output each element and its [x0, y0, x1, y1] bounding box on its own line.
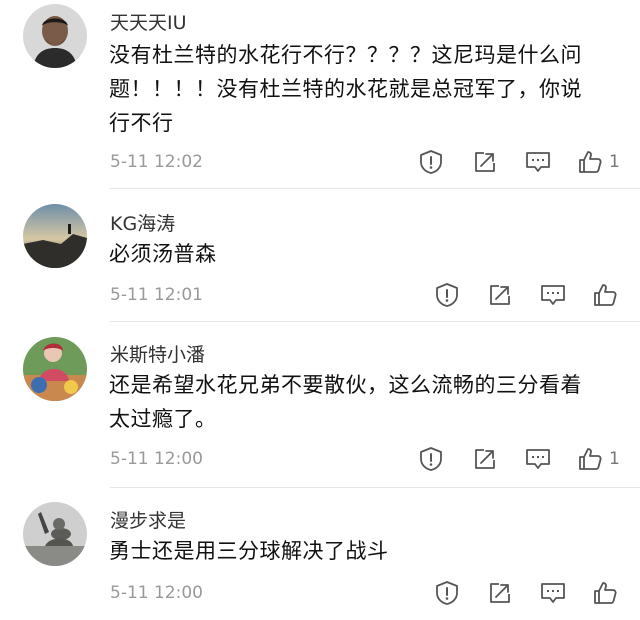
chat-bubble-icon — [526, 152, 550, 172]
exclamation-circle-icon — [436, 581, 458, 605]
avatar[interactable] — [23, 204, 87, 268]
reply-button[interactable] — [525, 148, 551, 176]
reply-button[interactable] — [525, 445, 551, 473]
like-count: 1 — [609, 152, 620, 172]
share-button[interactable] — [488, 281, 512, 309]
avatar[interactable] — [23, 337, 87, 401]
comment-text: 必须汤普森 — [109, 237, 629, 271]
report-button[interactable] — [418, 445, 444, 473]
chat-bubble-icon — [541, 583, 565, 603]
comment-text-line: 勇士还是用三分球解决了战斗 — [109, 539, 389, 563]
like-button[interactable]: 1 — [577, 148, 620, 176]
comment-actions: 1 — [0, 445, 640, 473]
exclamation-circle-icon — [420, 150, 442, 174]
comment-item: 米斯特小潘 还是希望水花兄弟不要散伙，这么流畅的三分看着 太过瘾了。 5-11 … — [0, 322, 640, 488]
exclamation-circle-icon — [420, 447, 442, 471]
share-button[interactable] — [473, 148, 497, 176]
comment-actions — [0, 579, 640, 607]
colorful-cartoon-avatar-icon — [23, 337, 87, 401]
like-button[interactable] — [592, 579, 624, 607]
comment-text-line: 太过瘾了。 — [109, 407, 217, 431]
reply-button[interactable] — [540, 281, 566, 309]
like-count: 1 — [609, 449, 620, 469]
like-button[interactable]: 1 — [577, 445, 620, 473]
share-arrow-icon — [490, 285, 510, 305]
avatar[interactable] — [23, 502, 87, 566]
share-arrow-icon — [490, 583, 510, 603]
report-button[interactable] — [418, 148, 444, 176]
comment-text-line: 必须汤普森 — [109, 242, 217, 266]
username[interactable]: 天天天IU — [110, 8, 187, 35]
username[interactable]: 米斯特小潘 — [110, 340, 205, 367]
share-arrow-icon — [475, 449, 495, 469]
share-button[interactable] — [488, 579, 512, 607]
report-button[interactable] — [434, 579, 460, 607]
share-arrow-icon — [475, 152, 495, 172]
comment-item: KG海涛 必须汤普森 5-11 12:01 — [0, 189, 640, 322]
chat-bubble-icon — [541, 285, 565, 305]
report-button[interactable] — [434, 281, 460, 309]
comment-text: 还是希望水花兄弟不要散伙，这么流畅的三分看着 太过瘾了。 — [109, 368, 629, 436]
thumbs-up-icon — [594, 284, 617, 306]
username[interactable]: 漫步求是 — [110, 506, 186, 533]
soldier-photo-avatar-icon — [23, 502, 87, 566]
chat-bubble-icon — [526, 449, 550, 469]
comment-text-line: 行不行 — [109, 111, 174, 135]
username[interactable]: KG海涛 — [110, 209, 175, 236]
thumbs-up-icon — [594, 582, 617, 604]
comment-text: 没有杜兰特的水花行不行？？？？这尼玛是什么问 题！！！！没有杜兰特的水花就是总冠… — [109, 38, 629, 140]
landscape-sunset-avatar-icon — [23, 204, 87, 268]
comment-item: 天天天IU 没有杜兰特的水花行不行？？？？这尼玛是什么问 题！！！！没有杜兰特的… — [0, 0, 640, 189]
like-button[interactable] — [592, 281, 624, 309]
exclamation-circle-icon — [436, 283, 458, 307]
thumbs-up-icon — [579, 448, 602, 470]
comment-text-line: 题！！！！没有杜兰特的水花就是总冠军了，你说 — [109, 77, 582, 101]
comment-actions: 1 — [0, 148, 640, 176]
comment-text-line: 还是希望水花兄弟不要散伙，这么流畅的三分看着 — [109, 373, 582, 397]
comment-text-line: 没有杜兰特的水花行不行？？？？这尼玛是什么问 — [109, 43, 582, 67]
share-button[interactable] — [473, 445, 497, 473]
avatar[interactable] — [23, 4, 87, 68]
comment-actions — [0, 281, 640, 309]
reply-button[interactable] — [540, 579, 566, 607]
portrait-man-avatar-icon — [23, 4, 87, 68]
comment-text: 勇士还是用三分球解决了战斗 — [109, 534, 629, 568]
comment-item: 漫步求是 勇士还是用三分球解决了战斗 5-11 12:00 — [0, 488, 640, 620]
thumbs-up-icon — [579, 151, 602, 173]
